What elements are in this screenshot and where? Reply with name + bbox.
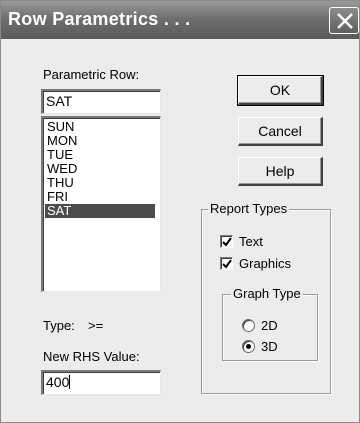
graph-type-2d-label[interactable]: 2D <box>261 318 278 333</box>
list-item-sun[interactable]: SUN <box>45 120 155 134</box>
new-rhs-value-wrap: 400 <box>46 374 71 390</box>
title-bar[interactable]: Row Parametrics . . . <box>1 1 359 39</box>
row-parametrics-dialog: Row Parametrics . . . Parametric Row: SA… <box>0 0 360 423</box>
graph-type-3d-radio[interactable] <box>242 340 255 353</box>
close-button[interactable] <box>329 7 359 34</box>
ok-button-label: OK <box>269 82 291 98</box>
ok-button[interactable]: OK <box>237 75 324 106</box>
close-icon <box>337 13 353 29</box>
list-item-wed[interactable]: WED <box>45 162 155 176</box>
parametric-row-field[interactable]: SAT <box>41 89 161 114</box>
graphics-checkbox-label[interactable]: Graphics <box>239 256 291 271</box>
graphics-checkbox[interactable] <box>220 257 233 270</box>
type-value: >= <box>88 318 104 333</box>
cancel-button-label: Cancel <box>258 123 302 139</box>
dialog-title: Row Parametrics . . . <box>8 9 191 29</box>
checkmark-icon <box>222 259 232 269</box>
type-label: Type: <box>43 318 75 333</box>
new-rhs-value: 400 <box>46 374 70 390</box>
report-types-title: Report Types <box>208 201 290 216</box>
new-rhs-field[interactable]: 400 <box>41 370 161 395</box>
text-caret <box>69 375 71 389</box>
radio-selected-dot <box>246 344 251 349</box>
list-item-tue[interactable]: TUE <box>45 148 155 162</box>
list-item-mon[interactable]: MON <box>45 134 155 148</box>
graph-type-2d-radio[interactable] <box>242 319 255 332</box>
list-item-fri[interactable]: FRI <box>45 190 155 204</box>
help-button-label: Help <box>265 163 295 179</box>
help-button[interactable]: Help <box>238 157 323 186</box>
parametric-row-label: Parametric Row: <box>43 67 140 82</box>
checkmark-icon <box>222 237 232 247</box>
parametric-row-list[interactable]: SUN MON TUE WED THU FRI SAT <box>41 116 161 292</box>
graph-type-3d-label[interactable]: 3D <box>261 339 278 354</box>
new-rhs-label: New RHS Value: <box>43 349 140 364</box>
parametric-row-value: SAT <box>46 93 73 109</box>
list-item-thu[interactable]: THU <box>45 176 155 190</box>
text-checkbox-label[interactable]: Text <box>239 234 263 249</box>
list-item-sat[interactable]: SAT <box>45 204 155 218</box>
graph-type-title: Graph Type <box>231 286 303 301</box>
text-checkbox[interactable] <box>220 235 233 248</box>
cancel-button[interactable]: Cancel <box>238 117 323 146</box>
